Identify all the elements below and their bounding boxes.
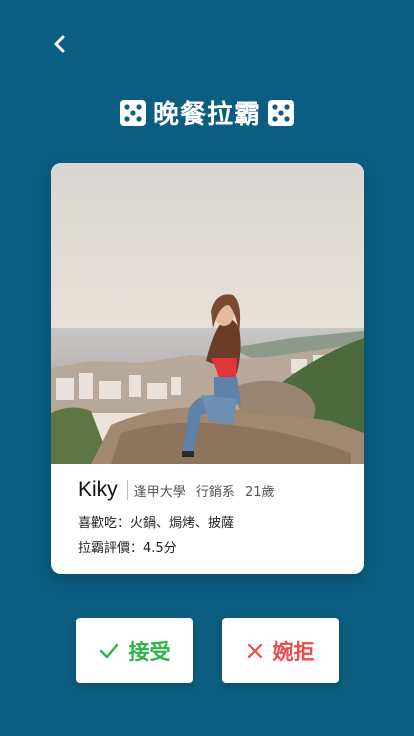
close-icon (247, 643, 262, 658)
profile-age: 21歲 (245, 484, 275, 500)
page-title-row: 晚餐拉霸 (0, 94, 414, 131)
accept-label: 接受 (128, 639, 171, 664)
decline-label: 婉拒 (272, 639, 315, 664)
back-button[interactable] (46, 30, 74, 58)
name-divider (126, 480, 128, 500)
profile-school: 逢甲大學 (133, 484, 186, 500)
chevron-left-icon (54, 35, 65, 53)
page-title: 晚餐拉霸 (152, 100, 261, 130)
dice-five-icon (119, 99, 146, 126)
accept-button[interactable]: 接受 (76, 618, 193, 683)
profile-department: 行銷系 (195, 484, 235, 500)
check-icon (99, 643, 118, 658)
profile-card: Kiky 逢甲大學 行銷系 21歲 喜歡吃：火鍋、焗烤、披薩 拉霸評價：4.5分 (51, 163, 364, 574)
profile-name: Kiky (78, 478, 118, 501)
decline-button[interactable]: 婉拒 (222, 618, 339, 683)
dice-five-icon (268, 99, 294, 126)
profile-rating: 拉霸評價：4.5分 (78, 541, 177, 556)
profile-likes: 喜歡吃：火鍋、焗烤、披薩 (78, 516, 235, 531)
profile-photo (51, 163, 364, 464)
profile-info: Kiky 逢甲大學 行銷系 21歲 喜歡吃：火鍋、焗烤、披薩 拉霸評價：4.5分 (78, 478, 348, 556)
